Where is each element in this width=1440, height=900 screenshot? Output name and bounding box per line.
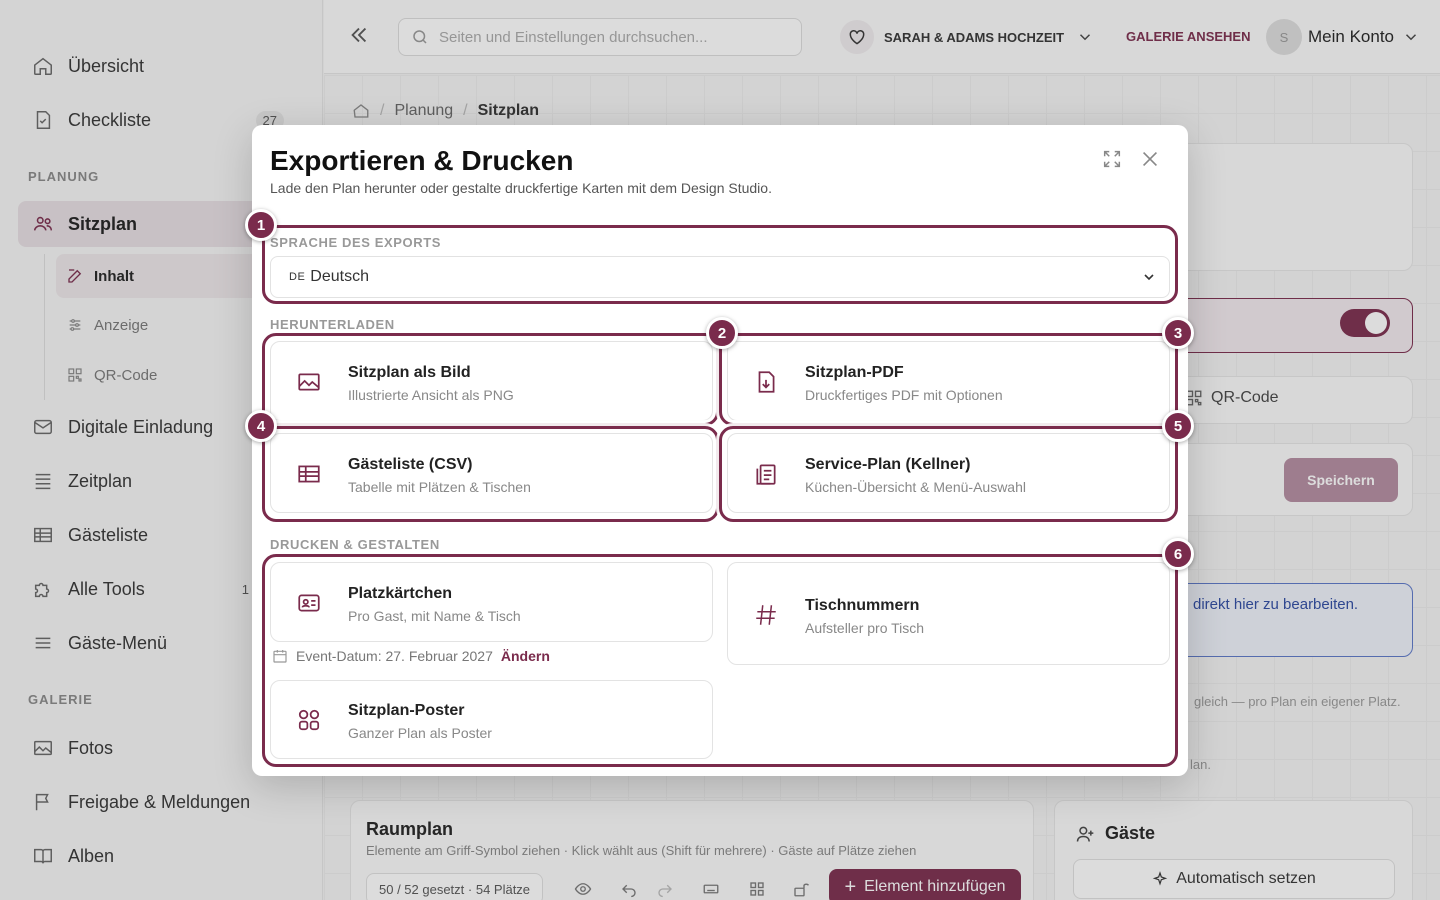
option-title: Tischnummern: [805, 597, 920, 614]
option-desc: Küchen-Übersicht & Menü-Auswahl: [805, 479, 1026, 495]
file-download-icon: [752, 368, 780, 396]
option-desc: Ganzer Plan als Poster: [348, 725, 492, 741]
export-image-card[interactable]: Sitzplan als Bild Illustrierte Ansicht a…: [270, 341, 713, 421]
option-title: Service-Plan (Kellner): [805, 456, 971, 473]
language-select[interactable]: DE Deutsch: [270, 256, 1170, 298]
export-service-plan-card[interactable]: Service-Plan (Kellner) Küchen-Übersicht …: [727, 433, 1170, 513]
clipboard-icon: [752, 460, 780, 488]
calendar-icon: [272, 648, 288, 664]
step-badge-1: 1: [245, 209, 277, 241]
download-section-label: HERUNTERLADEN: [270, 317, 395, 332]
event-date-row: Event-Datum: 27. Februar 2027 Ändern: [272, 648, 550, 664]
table-icon: [295, 460, 323, 488]
id-card-icon: [295, 589, 323, 617]
language-section-label: SPRACHE DES EXPORTS: [270, 235, 442, 250]
print-section-label: DRUCKEN & GESTALTEN: [270, 537, 440, 552]
option-desc: Tabelle mit Plätzen & Tischen: [348, 479, 531, 495]
event-date-text: Event-Datum: 27. Februar 2027: [296, 648, 493, 664]
grid-circles-icon: [295, 706, 323, 734]
step-badge-6: 6: [1162, 538, 1194, 570]
close-button[interactable]: [1138, 149, 1162, 173]
hash-icon: [752, 601, 780, 629]
option-desc: Pro Gast, mit Name & Tisch: [348, 608, 521, 624]
option-desc: Illustrierte Ansicht als PNG: [348, 387, 514, 403]
language-value: Deutsch: [310, 268, 369, 285]
step-badge-5: 5: [1162, 410, 1194, 442]
image-icon: [295, 368, 323, 396]
export-csv-card[interactable]: Gästeliste (CSV) Tabelle mit Plätzen & T…: [270, 433, 713, 513]
change-date-link[interactable]: Ändern: [501, 648, 550, 664]
option-desc: Aufsteller pro Tisch: [805, 620, 925, 636]
export-print-modal: Exportieren & Drucken Lade den Plan heru…: [252, 125, 1188, 776]
option-desc: Druckfertiges PDF mit Optionen: [805, 387, 1003, 403]
option-title: Sitzplan als Bild: [348, 364, 471, 381]
option-title: Gästeliste (CSV): [348, 456, 473, 473]
step-badge-3: 3: [1162, 317, 1194, 349]
close-icon: [1139, 148, 1161, 175]
step-badge-4: 4: [245, 410, 277, 442]
language-code: DE: [289, 271, 306, 283]
modal-subtitle: Lade den Plan herunter oder gestalte dru…: [270, 180, 772, 196]
expand-icon: [1101, 148, 1123, 175]
place-cards-card[interactable]: Platzkärtchen Pro Gast, mit Name & Tisch: [270, 562, 713, 642]
chevron-down-icon: [1141, 269, 1157, 285]
export-pdf-card[interactable]: Sitzplan-PDF Druckfertiges PDF mit Optio…: [727, 341, 1170, 421]
seating-poster-card[interactable]: Sitzplan-Poster Ganzer Plan als Poster: [270, 680, 713, 759]
option-title: Sitzplan-PDF: [805, 364, 904, 381]
option-title: Sitzplan-Poster: [348, 702, 465, 719]
option-title: Platzkärtchen: [348, 585, 453, 602]
step-badge-2: 2: [706, 317, 738, 349]
table-numbers-card[interactable]: Tischnummern Aufsteller pro Tisch: [727, 562, 1170, 665]
expand-button[interactable]: [1100, 149, 1124, 173]
modal-title: Exportieren & Drucken: [270, 145, 574, 176]
